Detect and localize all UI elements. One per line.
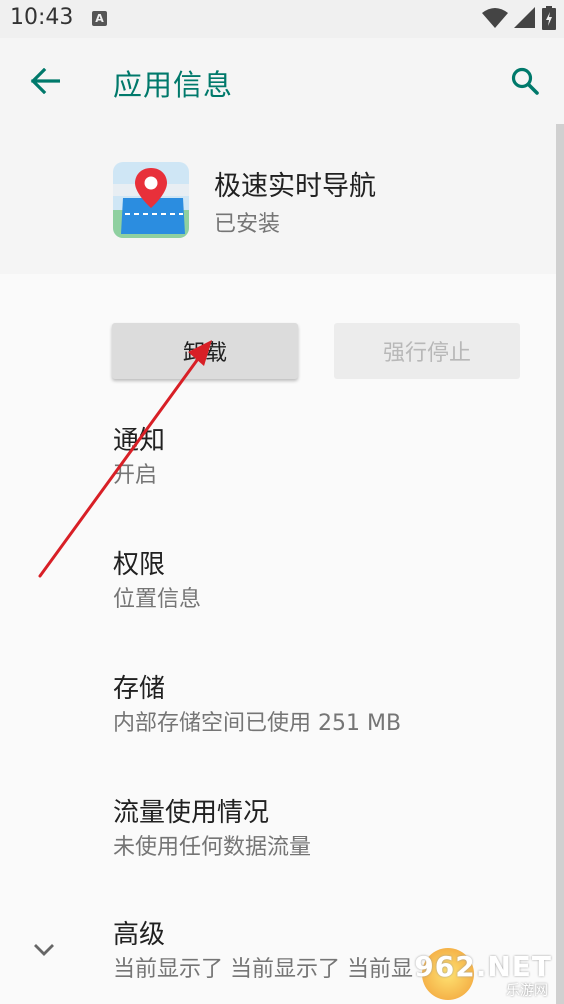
list-item-storage[interactable]: 存储 内部存储空间已使用 251 MB: [113, 672, 401, 740]
map-pin-icon: [113, 162, 189, 238]
list-item-data-usage[interactable]: 流量使用情况 未使用任何数据流量: [113, 796, 311, 864]
item-subtitle: 位置信息: [113, 587, 202, 612]
status-bar: 10:43 A: [0, 0, 564, 38]
app-info-content: 卸载 强行停止 通知 开启 权限 位置信息 存储 内部存储空间已使用 251 M…: [0, 274, 556, 1004]
notification-icon: A: [92, 11, 107, 26]
status-icons: [482, 6, 556, 30]
battery-icon: [542, 6, 556, 30]
list-item-permissions[interactable]: 权限 位置信息: [113, 548, 201, 616]
search-button[interactable]: [506, 62, 544, 100]
item-title: 流量使用情况: [113, 798, 270, 828]
signal-icon: [514, 7, 535, 28]
item-title: 权限: [113, 550, 166, 580]
status-time: 10:43: [10, 5, 74, 30]
list-item-notifications[interactable]: 通知 开启: [113, 424, 165, 492]
watermark-logo: 962.NET 乐游网: [414, 946, 558, 1002]
arrow-left-icon: [30, 68, 60, 94]
scrollbar[interactable]: [556, 124, 564, 1004]
item-subtitle: 内部存储空间已使用 251 MB: [113, 711, 402, 736]
search-icon: [511, 67, 539, 95]
page-title: 应用信息: [113, 68, 234, 102]
watermark-text: 962.NET: [414, 950, 552, 983]
app-header: 极速实时导航 已安装: [0, 124, 556, 274]
force-stop-button[interactable]: 强行停止: [334, 323, 520, 379]
item-title: 高级: [113, 920, 166, 950]
scroll-thumb[interactable]: [556, 124, 564, 1004]
list-item-advanced[interactable]: 高级 当前显示了 当前显示了 当前显: [113, 918, 413, 986]
item-subtitle: 未使用任何数据流量: [113, 835, 312, 860]
uninstall-button[interactable]: 卸载: [112, 323, 298, 379]
wifi-icon: [482, 8, 508, 28]
app-name: 极速实时导航: [214, 171, 376, 202]
expand-button[interactable]: [30, 936, 58, 964]
app-install-status: 已安装: [214, 212, 281, 237]
item-title: 存储: [113, 674, 166, 704]
item-subtitle: 开启: [113, 463, 158, 488]
back-button[interactable]: [26, 62, 64, 100]
chevron-down-icon: [34, 944, 54, 956]
app-bar: 应用信息: [0, 38, 564, 124]
item-subtitle: 当前显示了 当前显示了 当前显: [113, 957, 413, 982]
watermark-subtext: 乐游网: [506, 983, 548, 999]
item-title: 通知: [113, 426, 166, 456]
app-icon: [113, 162, 189, 238]
